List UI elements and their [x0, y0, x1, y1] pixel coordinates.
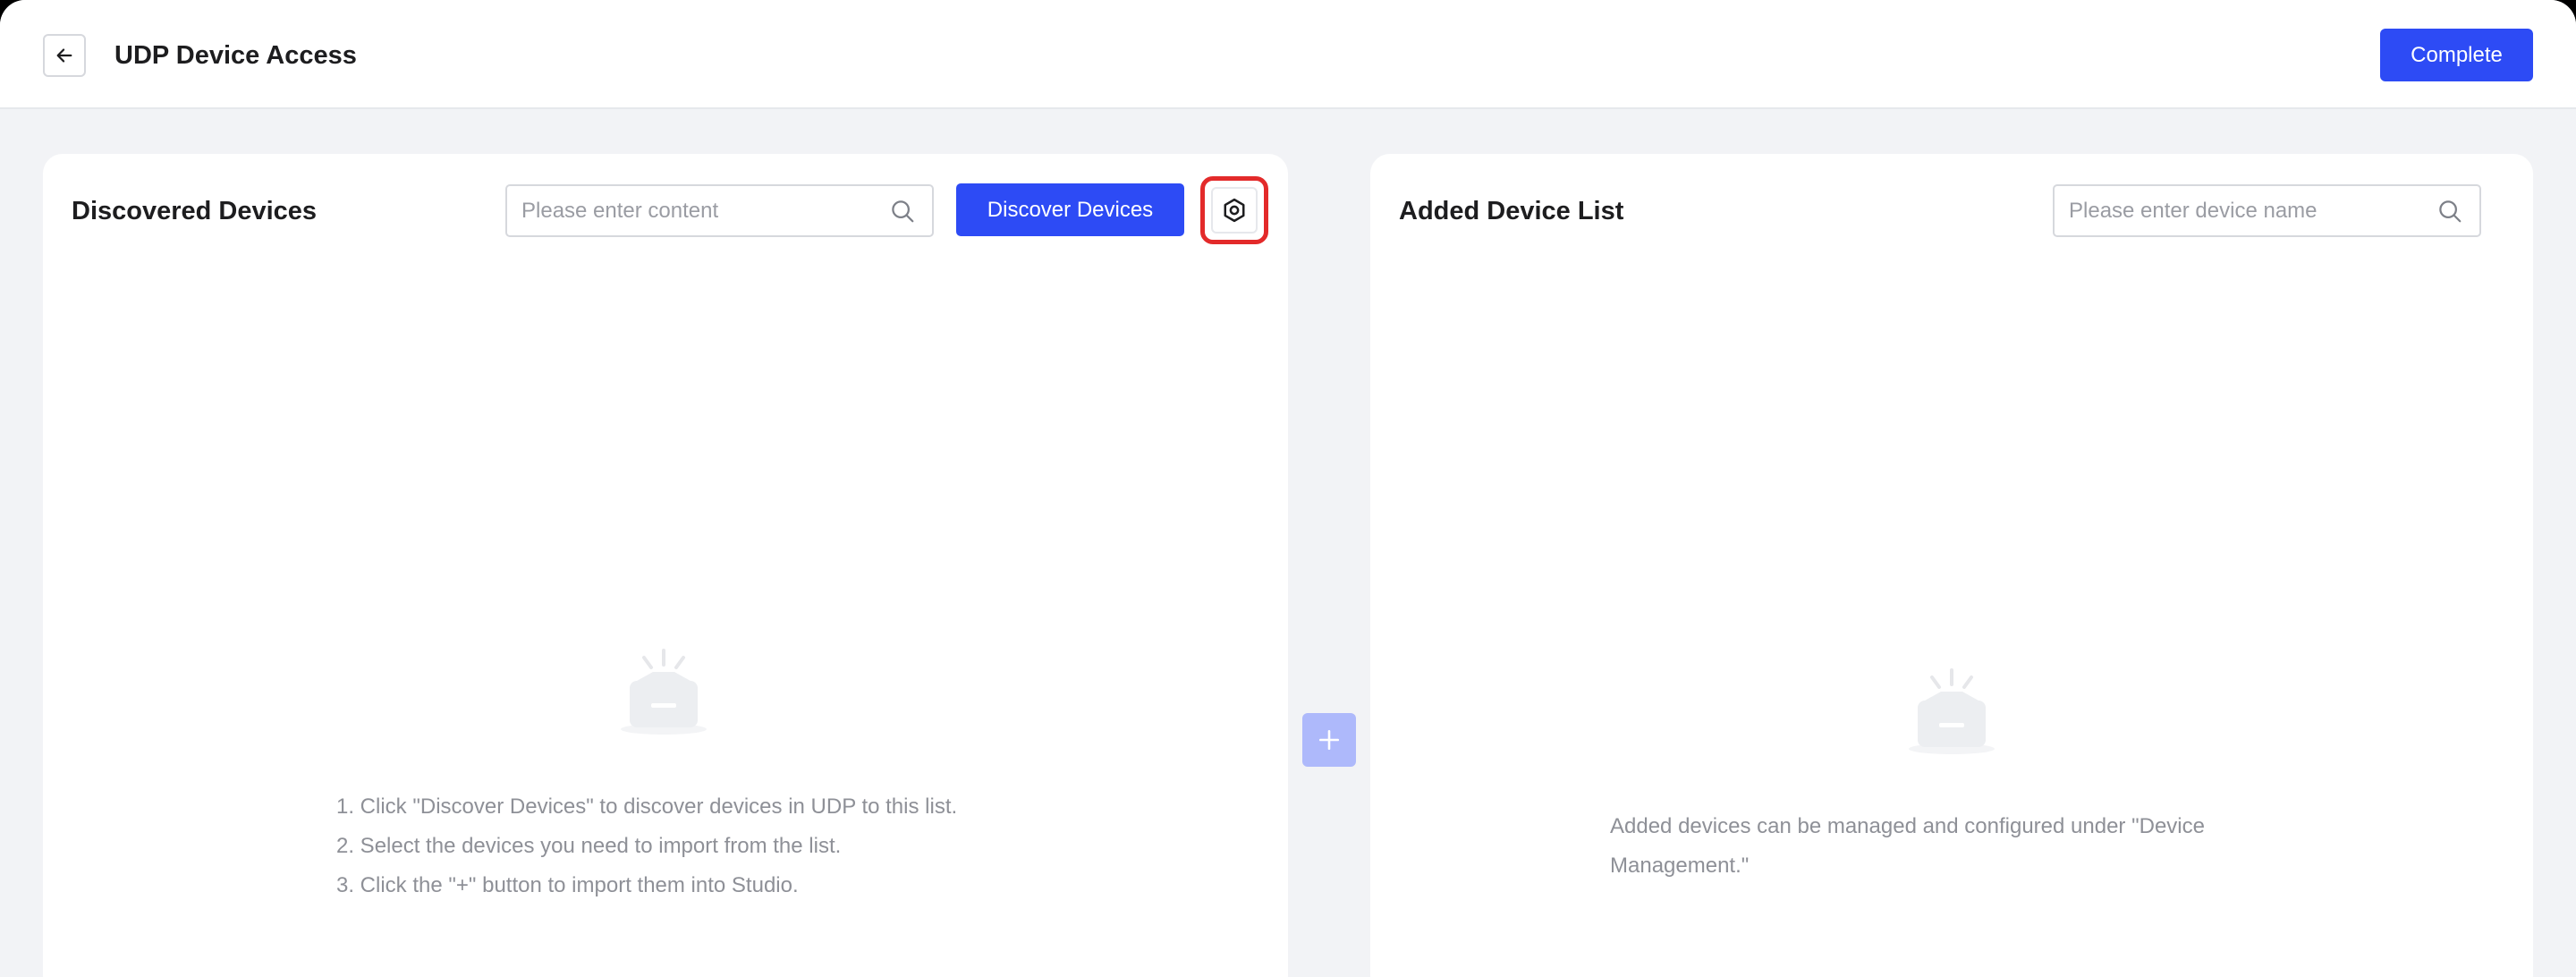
instruction-step-1: 1. Click "Discover Devices" to discover … — [336, 794, 958, 819]
arrow-left-icon — [56, 48, 72, 63]
page-title: UDP Device Access — [114, 41, 357, 70]
empty-box-icon — [1909, 668, 1995, 754]
search-icon[interactable] — [2436, 198, 2463, 225]
added-devices-hint: Added devices can be managed and configu… — [1610, 814, 2205, 878]
import-add-button[interactable] — [1302, 713, 1356, 767]
top-header: UDP Device Access Complete — [0, 0, 2576, 109]
discovered-search-input[interactable] — [507, 186, 889, 235]
discovered-devices-panel: Discovered Devices Discover Devices — [43, 154, 1288, 977]
back-button[interactable] — [43, 34, 86, 77]
discovered-search-box[interactable] — [505, 184, 934, 237]
added-devices-panel: Added Device List Added devices can be m… — [1370, 154, 2533, 977]
empty-box-icon — [621, 649, 707, 735]
discover-instructions: 1. Click "Discover Devices" to discover … — [336, 787, 1052, 905]
instruction-step-3: 3. Click the "+" button to import them i… — [336, 873, 799, 897]
instruction-step-2: 2. Select the devices you need to import… — [336, 834, 842, 858]
discovered-devices-title: Discovered Devices — [72, 197, 318, 225]
added-devices-title: Added Device List — [1399, 197, 1624, 225]
search-icon[interactable] — [889, 198, 916, 225]
complete-button[interactable]: Complete — [2380, 29, 2533, 81]
discover-devices-button[interactable]: Discover Devices — [956, 183, 1184, 236]
hexagon-settings-icon — [1224, 198, 1245, 223]
app-window: UDP Device Access Complete Discovered De… — [0, 0, 2576, 977]
device-name-search-input[interactable] — [2055, 186, 2436, 235]
plus-icon — [1318, 729, 1340, 751]
settings-button[interactable] — [1211, 187, 1258, 234]
added-search-box[interactable] — [2053, 184, 2481, 237]
